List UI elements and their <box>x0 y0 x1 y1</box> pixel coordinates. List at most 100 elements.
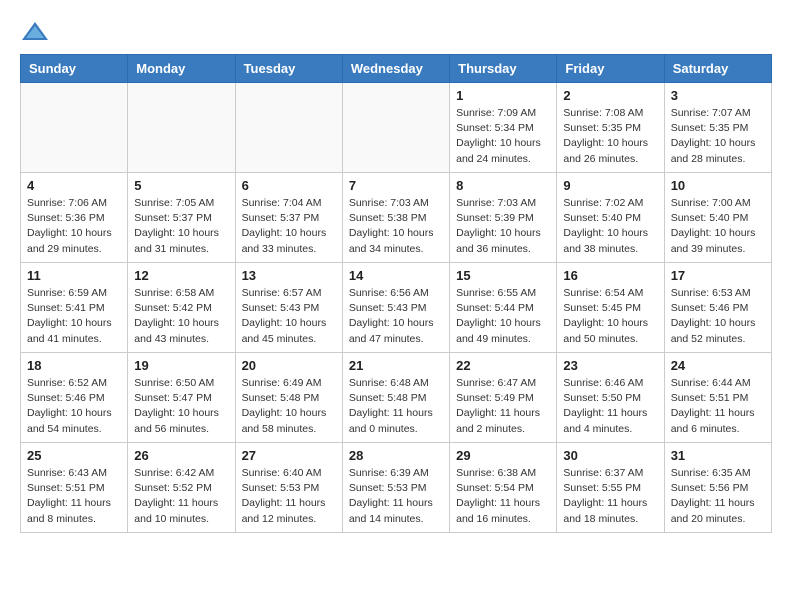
calendar-cell: 20 Sunrise: 6:49 AM Sunset: 5:48 PM Dayli… <box>235 353 342 443</box>
day-info: Sunrise: 7:04 AM Sunset: 5:37 PM Dayligh… <box>242 196 336 257</box>
day-number: 23 <box>563 358 657 373</box>
day-info: Sunrise: 6:49 AM Sunset: 5:48 PM Dayligh… <box>242 376 336 437</box>
day-info: Sunrise: 7:08 AM Sunset: 5:35 PM Dayligh… <box>563 106 657 167</box>
calendar-cell: 28 Sunrise: 6:39 AM Sunset: 5:53 PM Dayli… <box>342 443 449 533</box>
calendar-cell: 7 Sunrise: 7:03 AM Sunset: 5:38 PM Daylig… <box>342 173 449 263</box>
calendar-week-row: 4Sunrise: 7:06 AM Sunset: 5:36 PM Daylig… <box>21 173 772 263</box>
day-number: 26 <box>134 448 228 463</box>
day-info: Sunrise: 6:37 AM Sunset: 5:55 PM Dayligh… <box>563 466 657 527</box>
day-info: Sunrise: 7:05 AM Sunset: 5:37 PM Dayligh… <box>134 196 228 257</box>
page-header <box>20 20 772 44</box>
day-info: Sunrise: 6:59 AM Sunset: 5:41 PM Dayligh… <box>27 286 121 347</box>
calendar-week-row: 1 Sunrise: 7:09 AM Sunset: 5:34 PM Daylig… <box>21 83 772 173</box>
day-number: 15 <box>456 268 550 283</box>
calendar-cell: 16 Sunrise: 6:54 AM Sunset: 5:45 PM Dayli… <box>557 263 664 353</box>
calendar-cell: 31 Sunrise: 6:35 AM Sunset: 5:56 PM Dayli… <box>664 443 771 533</box>
calendar-cell: 21 Sunrise: 6:48 AM Sunset: 5:48 PM Dayli… <box>342 353 449 443</box>
calendar-cell: 17 Sunrise: 6:53 AM Sunset: 5:46 PM Dayli… <box>664 263 771 353</box>
day-info: Sunrise: 6:52 AM Sunset: 5:46 PM Dayligh… <box>27 376 121 437</box>
day-number: 16 <box>563 268 657 283</box>
calendar-cell: 11 Sunrise: 6:59 AM Sunset: 5:41 PM Dayli… <box>21 263 128 353</box>
day-number: 17 <box>671 268 765 283</box>
day-info: Sunrise: 6:57 AM Sunset: 5:43 PM Dayligh… <box>242 286 336 347</box>
day-info: Sunrise: 7:03 AM Sunset: 5:39 PM Dayligh… <box>456 196 550 257</box>
calendar-cell <box>342 83 449 173</box>
calendar-cell: 27 Sunrise: 6:40 AM Sunset: 5:53 PM Dayli… <box>235 443 342 533</box>
day-number: 12 <box>134 268 228 283</box>
calendar-cell: 25 Sunrise: 6:43 AM Sunset: 5:51 PM Dayli… <box>21 443 128 533</box>
weekday-header: Thursday <box>450 55 557 83</box>
day-info: Sunrise: 6:40 AM Sunset: 5:53 PM Dayligh… <box>242 466 336 527</box>
calendar-cell: 5 Sunrise: 7:05 AM Sunset: 5:37 PM Daylig… <box>128 173 235 263</box>
logo-icon <box>20 20 50 44</box>
weekday-header: Tuesday <box>235 55 342 83</box>
calendar-cell: 30 Sunrise: 6:37 AM Sunset: 5:55 PM Dayli… <box>557 443 664 533</box>
weekday-header: Saturday <box>664 55 771 83</box>
day-number: 3 <box>671 88 765 103</box>
day-info: Sunrise: 6:50 AM Sunset: 5:47 PM Dayligh… <box>134 376 228 437</box>
day-info: Sunrise: 6:53 AM Sunset: 5:46 PM Dayligh… <box>671 286 765 347</box>
calendar-cell: 12 Sunrise: 6:58 AM Sunset: 5:42 PM Dayli… <box>128 263 235 353</box>
calendar-week-row: 25 Sunrise: 6:43 AM Sunset: 5:51 PM Dayli… <box>21 443 772 533</box>
day-number: 28 <box>349 448 443 463</box>
day-number: 18 <box>27 358 121 373</box>
day-number: 8 <box>456 178 550 193</box>
day-info: Sunrise: 6:54 AM Sunset: 5:45 PM Dayligh… <box>563 286 657 347</box>
day-number: 31 <box>671 448 765 463</box>
calendar-week-row: 11 Sunrise: 6:59 AM Sunset: 5:41 PM Dayli… <box>21 263 772 353</box>
day-number: 5 <box>134 178 228 193</box>
calendar-cell: 6 Sunrise: 7:04 AM Sunset: 5:37 PM Daylig… <box>235 173 342 263</box>
calendar-cell: 15 Sunrise: 6:55 AM Sunset: 5:44 PM Dayli… <box>450 263 557 353</box>
day-number: 25 <box>27 448 121 463</box>
day-number: 6 <box>242 178 336 193</box>
day-number: 27 <box>242 448 336 463</box>
day-number: 22 <box>456 358 550 373</box>
day-number: 1 <box>456 88 550 103</box>
calendar-cell: 2 Sunrise: 7:08 AM Sunset: 5:35 PM Daylig… <box>557 83 664 173</box>
calendar-cell <box>128 83 235 173</box>
calendar-week-row: 18 Sunrise: 6:52 AM Sunset: 5:46 PM Dayli… <box>21 353 772 443</box>
weekday-header: Friday <box>557 55 664 83</box>
calendar-cell: 4Sunrise: 7:06 AM Sunset: 5:36 PM Daylig… <box>21 173 128 263</box>
day-info: Sunrise: 6:56 AM Sunset: 5:43 PM Dayligh… <box>349 286 443 347</box>
day-number: 24 <box>671 358 765 373</box>
day-info: Sunrise: 7:00 AM Sunset: 5:40 PM Dayligh… <box>671 196 765 257</box>
day-info: Sunrise: 6:55 AM Sunset: 5:44 PM Dayligh… <box>456 286 550 347</box>
calendar-cell: 24 Sunrise: 6:44 AM Sunset: 5:51 PM Dayli… <box>664 353 771 443</box>
day-number: 11 <box>27 268 121 283</box>
day-number: 7 <box>349 178 443 193</box>
day-info: Sunrise: 6:44 AM Sunset: 5:51 PM Dayligh… <box>671 376 765 437</box>
calendar-cell: 22 Sunrise: 6:47 AM Sunset: 5:49 PM Dayli… <box>450 353 557 443</box>
day-info: Sunrise: 6:48 AM Sunset: 5:48 PM Dayligh… <box>349 376 443 437</box>
calendar-cell: 3Sunrise: 7:07 AM Sunset: 5:35 PM Daylig… <box>664 83 771 173</box>
day-info: Sunrise: 7:03 AM Sunset: 5:38 PM Dayligh… <box>349 196 443 257</box>
calendar-cell: 23Sunrise: 6:46 AM Sunset: 5:50 PM Dayli… <box>557 353 664 443</box>
day-info: Sunrise: 6:47 AM Sunset: 5:49 PM Dayligh… <box>456 376 550 437</box>
day-number: 13 <box>242 268 336 283</box>
day-info: Sunrise: 6:35 AM Sunset: 5:56 PM Dayligh… <box>671 466 765 527</box>
weekday-header: Sunday <box>21 55 128 83</box>
day-info: Sunrise: 6:42 AM Sunset: 5:52 PM Dayligh… <box>134 466 228 527</box>
day-info: Sunrise: 6:39 AM Sunset: 5:53 PM Dayligh… <box>349 466 443 527</box>
day-number: 30 <box>563 448 657 463</box>
calendar-table: SundayMondayTuesdayWednesdayThursdayFrid… <box>20 54 772 533</box>
calendar-cell: 19Sunrise: 6:50 AM Sunset: 5:47 PM Dayli… <box>128 353 235 443</box>
day-info: Sunrise: 6:58 AM Sunset: 5:42 PM Dayligh… <box>134 286 228 347</box>
day-info: Sunrise: 6:43 AM Sunset: 5:51 PM Dayligh… <box>27 466 121 527</box>
weekday-header: Wednesday <box>342 55 449 83</box>
day-number: 2 <box>563 88 657 103</box>
calendar-cell: 18 Sunrise: 6:52 AM Sunset: 5:46 PM Dayli… <box>21 353 128 443</box>
calendar-cell: 29 Sunrise: 6:38 AM Sunset: 5:54 PM Dayli… <box>450 443 557 533</box>
weekday-header: Monday <box>128 55 235 83</box>
logo <box>20 20 54 44</box>
day-info: Sunrise: 7:02 AM Sunset: 5:40 PM Dayligh… <box>563 196 657 257</box>
calendar-cell: 13 Sunrise: 6:57 AM Sunset: 5:43 PM Dayli… <box>235 263 342 353</box>
calendar-cell <box>21 83 128 173</box>
calendar-cell: 10Sunrise: 7:00 AM Sunset: 5:40 PM Dayli… <box>664 173 771 263</box>
day-info: Sunrise: 7:09 AM Sunset: 5:34 PM Dayligh… <box>456 106 550 167</box>
day-info: Sunrise: 6:38 AM Sunset: 5:54 PM Dayligh… <box>456 466 550 527</box>
day-number: 29 <box>456 448 550 463</box>
day-number: 20 <box>242 358 336 373</box>
day-number: 21 <box>349 358 443 373</box>
day-number: 14 <box>349 268 443 283</box>
